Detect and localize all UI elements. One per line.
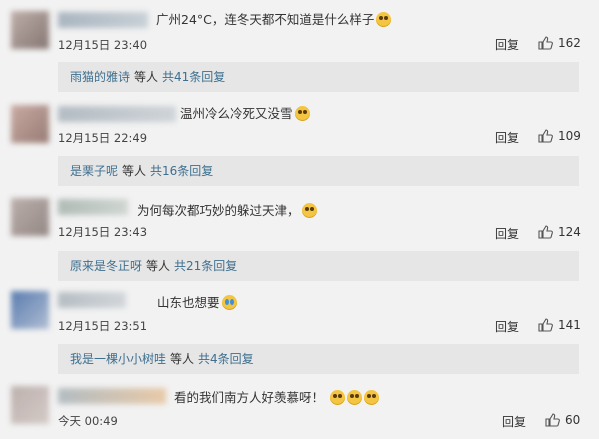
pleading-emoji xyxy=(301,203,317,218)
comment-text: 山东也想要 xyxy=(157,295,237,311)
reply-summary[interactable]: 我是一棵小小树哇 等人 共4条回复 xyxy=(58,344,579,374)
thumbs-up-icon xyxy=(538,129,553,143)
reply-user-link[interactable]: 雨猫的雅诗 xyxy=(70,70,130,84)
thumbs-up-icon xyxy=(538,225,553,239)
username-blurred[interactable] xyxy=(58,199,128,215)
pleading-emoji xyxy=(294,106,310,121)
avatar[interactable] xyxy=(11,105,49,143)
username-blurred[interactable] xyxy=(58,292,126,308)
reply-button[interactable]: 回复 xyxy=(495,225,519,242)
like-button[interactable]: 60 xyxy=(545,413,580,427)
reply-count-link[interactable]: 共21条回复 xyxy=(174,259,237,273)
reply-user-link[interactable]: 我是一棵小小树哇 xyxy=(70,352,166,366)
scared-emoji xyxy=(347,390,363,405)
comment-time: 12月15日 23:51 xyxy=(58,319,148,333)
reply-count-link[interactable]: 共16条回复 xyxy=(150,164,213,178)
reply-summary[interactable]: 是栗子呢 等人 共16条回复 xyxy=(58,156,579,186)
reply-button[interactable]: 回复 xyxy=(502,413,526,430)
like-count: 60 xyxy=(565,413,581,427)
avatar[interactable] xyxy=(11,11,49,49)
like-button[interactable]: 124 xyxy=(538,225,581,239)
like-count: 162 xyxy=(558,36,581,50)
like-button[interactable]: 109 xyxy=(538,129,581,143)
comment-text: 温州冷么冷死又没雪 xyxy=(180,106,310,122)
reply-button[interactable]: 回复 xyxy=(495,36,519,53)
comment-text: 为何每次都巧妙的躲过天津， xyxy=(137,203,317,219)
reply-user-link[interactable]: 原来是冬正呀 xyxy=(70,259,142,273)
avatar[interactable] xyxy=(11,198,49,236)
avatar[interactable] xyxy=(11,386,49,424)
crying-emoji xyxy=(221,295,237,310)
reply-button[interactable]: 回复 xyxy=(495,318,519,335)
laugh-cry-emoji xyxy=(376,12,392,27)
like-count: 141 xyxy=(558,318,581,332)
scared-emoji xyxy=(330,390,346,405)
comment-text: 广州24°C，连冬天都不知道是什么样子 xyxy=(156,12,392,28)
scared-emoji xyxy=(364,390,380,405)
comment-text: 看的我们南方人好羡慕呀！ xyxy=(174,390,380,406)
username-blurred[interactable] xyxy=(58,388,166,404)
username-blurred[interactable] xyxy=(58,12,148,28)
comment-time: 12月15日 23:40 xyxy=(58,38,148,52)
username-blurred[interactable] xyxy=(58,106,176,122)
reply-button[interactable]: 回复 xyxy=(495,129,519,146)
reply-summary[interactable]: 原来是冬正呀 等人 共21条回复 xyxy=(58,251,579,281)
comment-time: 12月15日 23:43 xyxy=(58,225,148,239)
avatar[interactable] xyxy=(11,291,49,329)
reply-summary[interactable]: 雨猫的雅诗 等人 共41条回复 xyxy=(58,62,579,92)
like-button[interactable]: 141 xyxy=(538,318,581,332)
thumbs-up-icon xyxy=(545,413,560,427)
reply-count-link[interactable]: 共4条回复 xyxy=(198,352,254,366)
reply-user-link[interactable]: 是栗子呢 xyxy=(70,164,118,178)
like-count: 109 xyxy=(558,129,581,143)
like-button[interactable]: 162 xyxy=(538,36,581,50)
thumbs-up-icon xyxy=(538,318,553,332)
reply-count-link[interactable]: 共41条回复 xyxy=(162,70,225,84)
thumbs-up-icon xyxy=(538,36,553,50)
comment-time: 今天 00:49 xyxy=(58,414,118,428)
comment-time: 12月15日 22:49 xyxy=(58,131,148,145)
like-count: 124 xyxy=(558,225,581,239)
